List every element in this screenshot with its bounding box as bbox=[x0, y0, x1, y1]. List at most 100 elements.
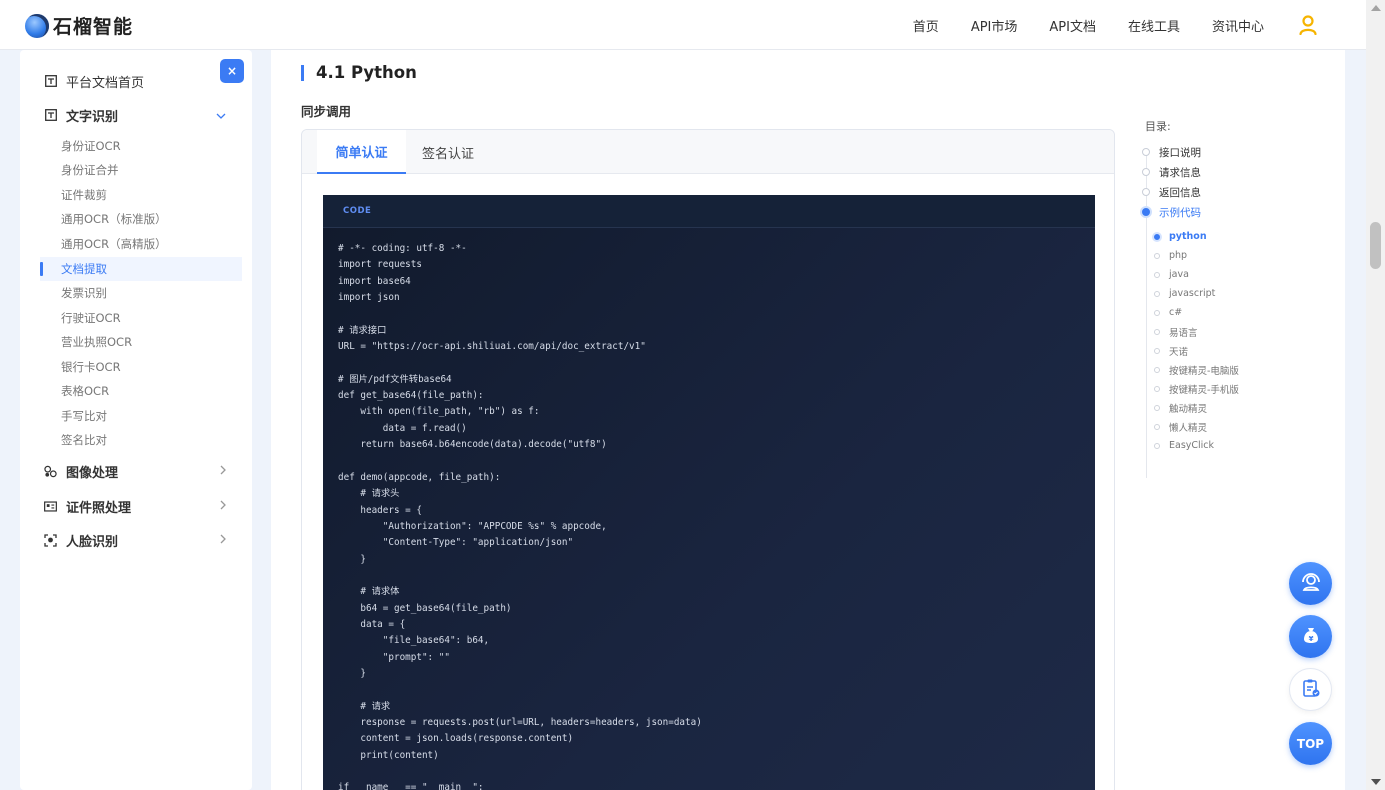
nav-api-market[interactable]: API市场 bbox=[971, 16, 1018, 35]
toc-sub-label: 触动精灵 bbox=[1169, 403, 1208, 415]
page-scrollbar[interactable] bbox=[1366, 0, 1385, 790]
chevron-right-icon bbox=[220, 534, 226, 547]
toc-dot bbox=[1154, 252, 1160, 259]
section-heading: 4.1 Python bbox=[301, 63, 417, 82]
sidebar-item-table-ocr[interactable]: 表格OCR bbox=[40, 379, 242, 403]
sidebar-item-general-ocr-hp[interactable]: 通用OCR（高精版） bbox=[40, 232, 242, 256]
sidebar-item-idcard-ocr[interactable]: 身份证OCR bbox=[40, 134, 242, 158]
sidebar-group-label: 人脸识别 bbox=[66, 534, 119, 550]
toc-sub-easyclick[interactable]: EasyClick bbox=[1135, 436, 1285, 455]
top-header: 石榴智能 首页 API市场 API文档 在线工具 资讯中心 bbox=[0, 0, 1366, 50]
toc-sub-python[interactable]: python bbox=[1135, 227, 1285, 246]
money-bag-icon: ¥ bbox=[1300, 624, 1322, 650]
toc-item-label: 请求信息 bbox=[1159, 166, 1201, 179]
toc-sub-php[interactable]: php bbox=[1135, 246, 1285, 265]
toc-dot bbox=[1142, 148, 1150, 156]
toc-dot bbox=[1154, 271, 1160, 278]
toc-item-response[interactable]: 返回信息 bbox=[1135, 182, 1285, 202]
code-label: CODE bbox=[323, 195, 1095, 228]
headset-icon bbox=[1299, 570, 1323, 598]
toc-sub-label: 懒人精灵 bbox=[1169, 422, 1208, 434]
toc-dot bbox=[1142, 168, 1150, 176]
sidebar-item-general-ocr-std[interactable]: 通用OCR（标准版） bbox=[40, 207, 242, 231]
id-photo-icon bbox=[44, 500, 57, 513]
pricing-button[interactable]: ¥ bbox=[1289, 615, 1332, 658]
user-icon[interactable] bbox=[1298, 15, 1318, 35]
toc-dot bbox=[1142, 208, 1150, 216]
scroll-up-arrow-icon[interactable] bbox=[1371, 5, 1381, 11]
nav-api-docs[interactable]: API文档 bbox=[1049, 16, 1096, 35]
toc-item-label: 示例代码 bbox=[1159, 206, 1201, 219]
toc-dot bbox=[1154, 347, 1160, 354]
toc-dot bbox=[1154, 290, 1160, 297]
logo[interactable]: 石榴智能 bbox=[25, 12, 133, 39]
toc-sub-label: php bbox=[1169, 250, 1188, 261]
tab-signature-auth[interactable]: 签名认证 bbox=[406, 130, 490, 174]
scroll-down-arrow-icon[interactable] bbox=[1371, 779, 1381, 785]
toc-sub-yiyuyan[interactable]: 易语言 bbox=[1135, 322, 1285, 341]
toc-sub-lanren[interactable]: 懒人精灵 bbox=[1135, 417, 1285, 436]
sidebar-group-label: 文字识别 bbox=[66, 109, 119, 125]
sidebar-group-image[interactable]: 图像处理 bbox=[20, 454, 252, 488]
sidebar-group-idphoto[interactable]: 证件照处理 bbox=[20, 489, 252, 523]
nav-online-tools[interactable]: 在线工具 bbox=[1128, 16, 1180, 35]
toc-item-interface[interactable]: 接口说明 bbox=[1135, 142, 1285, 162]
toc-sub-ajjl-pc[interactable]: 按键精灵-电脑版 bbox=[1135, 360, 1285, 379]
sidebar-item-doc-extract[interactable]: 文档提取 bbox=[40, 257, 242, 281]
toc-dot bbox=[1154, 233, 1160, 240]
svg-text:¥: ¥ bbox=[1308, 635, 1313, 643]
sidebar-item-home[interactable]: 平台文档首页 bbox=[20, 64, 252, 98]
nav-home[interactable]: 首页 bbox=[913, 16, 939, 35]
chevron-right-icon bbox=[220, 465, 226, 478]
toc-sub-csharp[interactable]: c# bbox=[1135, 303, 1285, 322]
sidebar-item-business-license[interactable]: 营业执照OCR bbox=[40, 330, 242, 354]
sidebar-item-invoice[interactable]: 发票识别 bbox=[40, 281, 242, 305]
code-tabs-panel: 简单认证 签名认证 CODE # -*- coding: utf-8 -*- i… bbox=[301, 129, 1115, 790]
toc-item-example[interactable]: 示例代码 bbox=[1135, 202, 1285, 222]
toc-dot bbox=[1154, 309, 1160, 316]
sidebar-group-ocr[interactable]: 文字识别 bbox=[20, 98, 252, 132]
main-nav: 首页 API市场 API文档 在线工具 资讯中心 bbox=[881, 0, 1318, 50]
logo-text: 石榴智能 bbox=[53, 16, 134, 38]
code-content[interactable]: # -*- coding: utf-8 -*- import requests … bbox=[338, 241, 702, 790]
toc-sub-chudong[interactable]: 触动精灵 bbox=[1135, 398, 1285, 417]
scroll-thumb[interactable] bbox=[1370, 222, 1381, 269]
tab-bar: 简单认证 签名认证 bbox=[302, 130, 1114, 174]
toc-sub-label: java bbox=[1169, 269, 1189, 280]
toc-item-label: 返回信息 bbox=[1159, 186, 1201, 199]
tab-simple-auth[interactable]: 简单认证 bbox=[317, 130, 406, 174]
chevron-down-icon bbox=[216, 109, 226, 122]
doc-icon bbox=[44, 75, 57, 88]
nav-news[interactable]: 资讯中心 bbox=[1212, 16, 1264, 35]
toc-sub-tiannuo[interactable]: 天诺 bbox=[1135, 341, 1285, 360]
toc-title: 目录: bbox=[1145, 120, 1171, 133]
customer-service-button[interactable] bbox=[1289, 562, 1332, 605]
sidebar-item-handwriting-compare[interactable]: 手写比对 bbox=[40, 404, 242, 428]
toc-sub-ajjl-mobile[interactable]: 按键精灵-手机版 bbox=[1135, 379, 1285, 398]
heading-accent-bar bbox=[301, 64, 304, 81]
image-process-icon bbox=[44, 465, 57, 478]
sidebar-item-signature-compare[interactable]: 签名比对 bbox=[40, 428, 242, 452]
doc-icon bbox=[44, 109, 57, 122]
chevron-right-icon bbox=[220, 500, 226, 513]
sidebar-item-bank-card[interactable]: 银行卡OCR bbox=[40, 355, 242, 379]
sidebar-item-idcard-merge[interactable]: 身份证合并 bbox=[40, 158, 242, 182]
feedback-button[interactable] bbox=[1289, 668, 1332, 711]
toc-dot bbox=[1154, 442, 1160, 449]
toc-dot bbox=[1154, 328, 1160, 335]
toc-sub-label: 易语言 bbox=[1169, 327, 1198, 339]
face-scan-icon bbox=[44, 533, 57, 547]
table-of-contents: 目录: 接口说明 请求信息 返回信息 示例代码 python php java … bbox=[1135, 118, 1285, 478]
toc-sub-label: EasyClick bbox=[1169, 440, 1215, 451]
sidebar-item-driving-license[interactable]: 行驶证OCR bbox=[40, 306, 242, 330]
sidebar-item-cert-crop[interactable]: 证件裁剪 bbox=[40, 183, 242, 207]
toc-sub-label: 按键精灵-手机版 bbox=[1169, 384, 1239, 396]
toc-sub-javascript[interactable]: javascript bbox=[1135, 284, 1285, 303]
code-block[interactable]: CODE # -*- coding: utf-8 -*- import requ… bbox=[323, 195, 1095, 790]
toc-sub-java[interactable]: java bbox=[1135, 265, 1285, 284]
back-to-top-button[interactable]: TOP bbox=[1289, 722, 1332, 765]
toc-sub-label: 按键精灵-电脑版 bbox=[1169, 365, 1239, 377]
toc-item-request[interactable]: 请求信息 bbox=[1135, 162, 1285, 182]
toc-dot bbox=[1154, 404, 1160, 411]
sidebar-group-face[interactable]: 人脸识别 bbox=[20, 523, 252, 557]
